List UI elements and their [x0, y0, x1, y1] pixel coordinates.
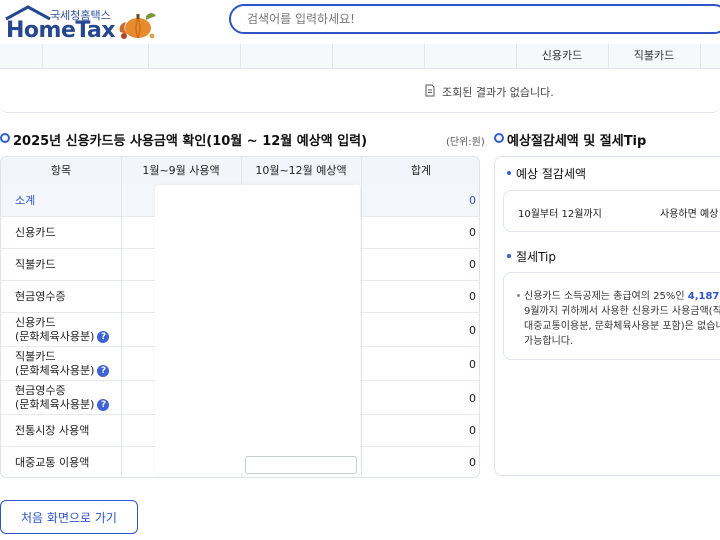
- row-label-line2: (문화체육사용분): [15, 398, 95, 411]
- row-total: 0: [469, 258, 476, 271]
- row-label: 신용카드 (문화체육사용분)?: [15, 316, 110, 344]
- expected-savings-title: 예상 절감세액: [516, 167, 587, 181]
- query-result-table-header: 신용카드 직불카드: [0, 44, 720, 69]
- column-divider: [42, 44, 43, 68]
- row-total: 0: [469, 226, 476, 239]
- row-label-line2: (문화체육사용분): [15, 330, 95, 343]
- column-divider: [148, 44, 149, 68]
- search-input[interactable]: [245, 11, 689, 27]
- row-label: 직불카드: [15, 258, 56, 271]
- row-label: 대중교통 이용액: [15, 456, 90, 469]
- row-label-line2: (문화체육사용분): [15, 364, 95, 377]
- tip-line1: 신용카드 소득공제는 총급여의 25%인 4,187,5: [524, 291, 720, 302]
- row-label-line1: 현금영수증: [15, 384, 66, 397]
- column-header-credit-card: 신용카드: [541, 49, 583, 62]
- search-bar[interactable]: [229, 4, 720, 34]
- row-label: 소계: [15, 194, 36, 207]
- document-icon: [425, 84, 435, 97]
- help-icon[interactable]: ?: [97, 331, 110, 343]
- column-divider: [361, 157, 362, 477]
- go-home-button[interactable]: 처음 화면으로 가기: [0, 500, 138, 534]
- savings-section-title: 예상절감세액 및 절세Tip: [507, 134, 647, 149]
- section-bullet-icon: [0, 133, 10, 143]
- section-bullet-icon: [494, 133, 504, 143]
- input-overlay-panel: [155, 185, 360, 473]
- logo-text: HomeTax: [6, 18, 116, 43]
- column-header-debit-card: 직불카드: [633, 49, 675, 62]
- row-total: 0: [469, 456, 476, 469]
- tip-line3: 대중교통이용분, 문화체육사용분 포함)은 없습니: [524, 321, 720, 332]
- tip-line1-text: 신용카드 소득공제는 총급여의 25%인: [524, 291, 688, 302]
- column-divider: [424, 44, 425, 68]
- tax-tip-title: 절세Tip: [516, 250, 556, 264]
- header-item: 항목: [50, 164, 72, 177]
- column-divider: [332, 44, 333, 68]
- row-label: 전통시장 사용액: [15, 424, 90, 437]
- bullet-icon: [507, 254, 511, 258]
- row-total: 0: [469, 392, 476, 405]
- row-total: 0: [469, 290, 476, 303]
- row-total: 0: [469, 358, 476, 371]
- row-label-line1: 신용카드: [15, 316, 56, 329]
- row-label: 직불카드 (문화체육사용분)?: [15, 350, 110, 378]
- tip-line4: 가능합니다.: [524, 336, 574, 347]
- row-total: 0: [469, 324, 476, 337]
- tax-tip-text: 신용카드 소득공제는 총급여의 25%인 4,187,5 9월까지 귀하께서 사…: [524, 289, 720, 349]
- unit-label: (단위:원): [446, 137, 485, 148]
- bullet-icon: [507, 171, 511, 175]
- row-total: 0: [469, 424, 476, 437]
- row-label: 현금영수증: [15, 290, 66, 303]
- row-total: 0: [469, 194, 476, 207]
- usage-section-title: 2025년 신용카드등 사용금액 확인(10월 ~ 12월 예상액 입력): [13, 134, 368, 149]
- column-divider: [240, 44, 241, 68]
- amount-input-box[interactable]: [245, 456, 357, 474]
- tip-line2: 9월까지 귀하께서 사용한 신용카드 사용금액(직: [524, 306, 720, 317]
- column-divider: [700, 44, 701, 68]
- savings-expected-text: 사용하면 예상: [660, 209, 719, 220]
- savings-period-text: 10월부터 12월까지: [518, 209, 602, 220]
- tip-amount: 4,187,5: [687, 291, 720, 302]
- header-total: 합계: [410, 164, 432, 177]
- row-label-line1: 직불카드: [15, 350, 56, 363]
- site-header: 국세청홈택스 HomeTax: [0, 0, 720, 45]
- row-label: 신용카드: [15, 226, 56, 239]
- tip-bullet-icon: [517, 294, 520, 297]
- no-result-text: 조회된 결과가 없습니다.: [442, 86, 554, 99]
- header-oct-dec: 10월~12월 예상액: [255, 164, 347, 177]
- help-icon[interactable]: ?: [97, 399, 110, 411]
- hometax-logo[interactable]: 국세청홈택스 HomeTax: [0, 2, 120, 43]
- no-result-row: 조회된 결과가 없습니다.: [0, 68, 720, 113]
- column-divider: [121, 157, 122, 477]
- help-icon[interactable]: ?: [97, 365, 110, 377]
- header-jan-sep: 1월~9월 사용액: [142, 164, 220, 177]
- pumpkin-decoration-icon: [119, 13, 156, 39]
- row-label: 현금영수증 (문화체육사용분)?: [15, 384, 110, 412]
- savings-card: 10월부터 12월까지 사용하면 예상: [503, 190, 720, 232]
